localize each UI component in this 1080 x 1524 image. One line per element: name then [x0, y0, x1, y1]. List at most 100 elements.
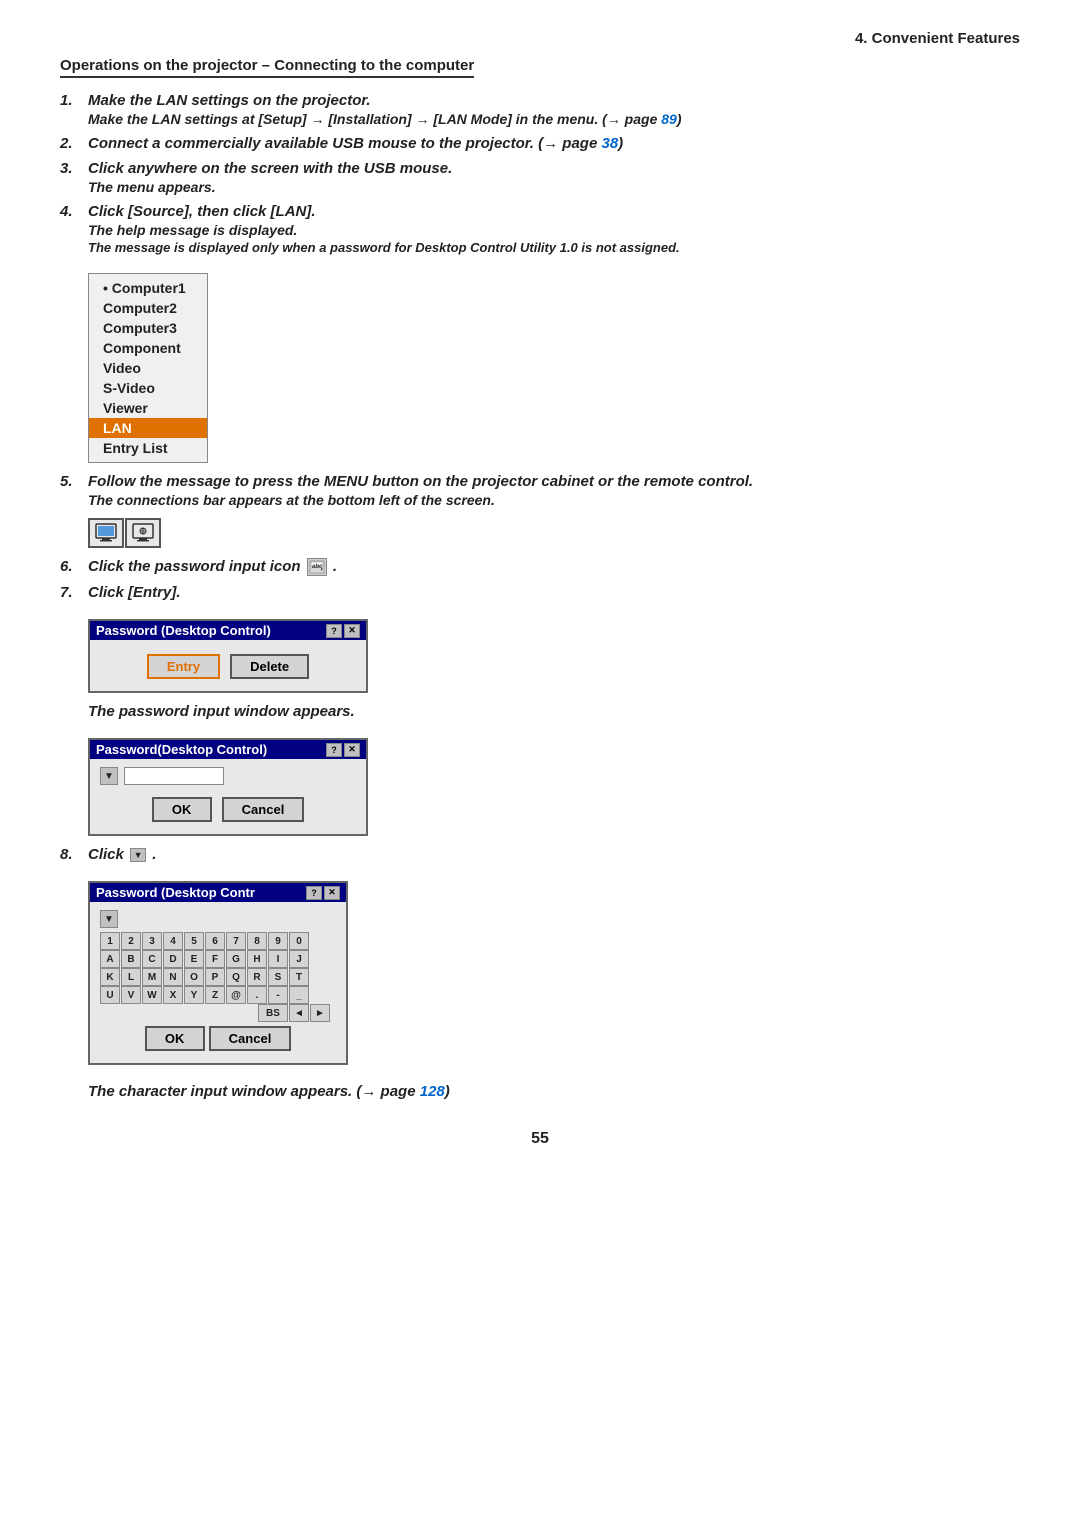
conn-icon-screen: [88, 518, 124, 548]
key-2[interactable]: 2: [121, 932, 141, 950]
key-7[interactable]: 7: [226, 932, 246, 950]
dialog-1-delete-btn[interactable]: Delete: [230, 654, 309, 679]
dialog-2-body: ▼ OK Cancel: [90, 759, 366, 834]
key-1[interactable]: 1: [100, 932, 120, 950]
key-q[interactable]: Q: [226, 968, 246, 986]
key-a[interactable]: A: [100, 950, 120, 968]
key-n[interactable]: N: [163, 968, 183, 986]
dialog-2-ok-btn[interactable]: OK: [152, 797, 212, 822]
step-8-dropdown-icon: ▼: [130, 848, 146, 862]
key-j[interactable]: J: [289, 950, 309, 968]
key-f[interactable]: F: [205, 950, 225, 968]
dialog-2-cancel-btn[interactable]: Cancel: [222, 797, 305, 822]
key-l[interactable]: L: [121, 968, 141, 986]
dialog-2-titlebar: Password(Desktop Control) ? ✕: [90, 740, 366, 759]
password-input-icon: abc: [307, 558, 327, 576]
key-period[interactable]: .: [247, 986, 267, 1004]
step-1-num: 1.: [60, 92, 88, 109]
key-3[interactable]: 3: [142, 932, 162, 950]
password-dialog-1: Password (Desktop Control) ? ✕ Entry Del…: [88, 619, 368, 693]
connections-bar: [88, 518, 1020, 548]
step-3-sub: The menu appears.: [88, 179, 1020, 195]
key-k[interactable]: K: [100, 968, 120, 986]
step-5-list: 5. Follow the message to press the MENU …: [60, 473, 1020, 508]
step-4-content: Click [Source], then click [LAN]. The he…: [88, 203, 1020, 255]
dialog-1-close-icon[interactable]: ✕: [344, 624, 360, 638]
step-7-num: 7.: [60, 584, 88, 601]
menu-item-computer3: Computer3: [89, 318, 207, 338]
step-1-link[interactable]: 89: [661, 111, 677, 127]
step-7-main: Click [Entry].: [88, 584, 1020, 601]
step-2-link[interactable]: 38: [601, 135, 618, 152]
step-5-content: Follow the message to press the MENU but…: [88, 473, 1020, 508]
step-5-main: Follow the message to press the MENU but…: [88, 473, 1020, 490]
key-b[interactable]: B: [121, 950, 141, 968]
key-6[interactable]: 6: [205, 932, 225, 950]
key-w[interactable]: W: [142, 986, 162, 1004]
keyboard-ok-btn[interactable]: OK: [145, 1026, 205, 1051]
step-1-main: Make the LAN settings on the projector.: [88, 92, 1020, 109]
password-dialog-2: Password(Desktop Control) ? ✕ ▼ OK Cance…: [88, 738, 368, 836]
key-s[interactable]: S: [268, 968, 288, 986]
key-d[interactable]: D: [163, 950, 183, 968]
keyboard-dialog-help-icon[interactable]: ?: [306, 886, 322, 900]
keyboard-dropdown-icon[interactable]: ▼: [100, 910, 118, 928]
menu-item-video: Video: [89, 358, 207, 378]
keyboard-dialog-title: Password (Desktop Contr: [96, 885, 255, 900]
step-6-main: Click the password input icon abc .: [88, 558, 1020, 576]
key-m[interactable]: M: [142, 968, 162, 986]
step-6-text: Click the password input icon: [88, 558, 301, 575]
key-r[interactable]: R: [247, 968, 267, 986]
dropdown-arrow-icon[interactable]: ▼: [100, 767, 118, 785]
key-u[interactable]: U: [100, 986, 120, 1004]
step-8-main: Click ▼ .: [88, 846, 1020, 863]
dialog-1-icons: ? ✕: [326, 624, 360, 638]
key-g[interactable]: G: [226, 950, 246, 968]
dialog-1-buttons: Entry Delete: [100, 648, 356, 683]
key-c[interactable]: C: [142, 950, 162, 968]
conn-icon-network: [125, 518, 161, 548]
key-x[interactable]: X: [163, 986, 183, 1004]
key-z[interactable]: Z: [205, 986, 225, 1004]
key-p[interactable]: P: [205, 968, 225, 986]
keyboard-dialog-body: ▼ 1 2 3 4 5 6 7 8 9 0 A B C D E: [90, 902, 346, 1063]
key-right-arrow[interactable]: ►: [310, 1004, 330, 1022]
key-4[interactable]: 4: [163, 932, 183, 950]
key-i[interactable]: I: [268, 950, 288, 968]
dialog-1-help-icon[interactable]: ?: [326, 624, 342, 638]
password-text-input[interactable]: [124, 767, 224, 785]
step-7-sub: The password input window appears.: [88, 703, 355, 720]
dialog-1-entry-btn[interactable]: Entry: [147, 654, 220, 679]
key-y[interactable]: Y: [184, 986, 204, 1004]
keyboard-dialog-close-icon[interactable]: ✕: [324, 886, 340, 900]
keyboard-cancel-btn[interactable]: Cancel: [209, 1026, 292, 1051]
menu-item-component: Component: [89, 338, 207, 358]
step-8-link[interactable]: 128: [420, 1083, 445, 1100]
step-8-sub-text: The character input window appears. (→ p…: [88, 1083, 450, 1100]
page-number: 55: [60, 1130, 1020, 1148]
key-0[interactable]: 0: [289, 932, 309, 950]
step-5-sub: The connections bar appears at the botto…: [88, 492, 1020, 508]
key-at[interactable]: @: [226, 986, 246, 1004]
step-6-list: 6. Click the password input icon abc .: [60, 558, 1020, 576]
key-h[interactable]: H: [247, 950, 267, 968]
key-9[interactable]: 9: [268, 932, 288, 950]
step-4-note: The message is displayed only when a pas…: [88, 240, 1020, 255]
key-e[interactable]: E: [184, 950, 204, 968]
key-underscore[interactable]: _: [289, 986, 309, 1004]
dialog-2-help-icon[interactable]: ?: [326, 743, 342, 757]
key-dash[interactable]: -: [268, 986, 288, 1004]
dialog-2-icons: ? ✕: [326, 743, 360, 757]
key-bs[interactable]: BS: [258, 1004, 288, 1022]
key-o[interactable]: O: [184, 968, 204, 986]
key-left-arrow[interactable]: ◄: [289, 1004, 309, 1022]
key-5[interactable]: 5: [184, 932, 204, 950]
menu-item-entrylist: Entry List: [89, 438, 207, 458]
dialog-2-close-icon[interactable]: ✕: [344, 743, 360, 757]
key-8[interactable]: 8: [247, 932, 267, 950]
step-1-sub: Make the LAN settings at [Setup] → [Inst…: [88, 111, 1020, 127]
key-row-numbers: 1 2 3 4 5 6 7 8 9 0: [100, 932, 336, 950]
key-t[interactable]: T: [289, 968, 309, 986]
step-7-list: 7. Click [Entry].: [60, 584, 1020, 601]
key-v[interactable]: V: [121, 986, 141, 1004]
